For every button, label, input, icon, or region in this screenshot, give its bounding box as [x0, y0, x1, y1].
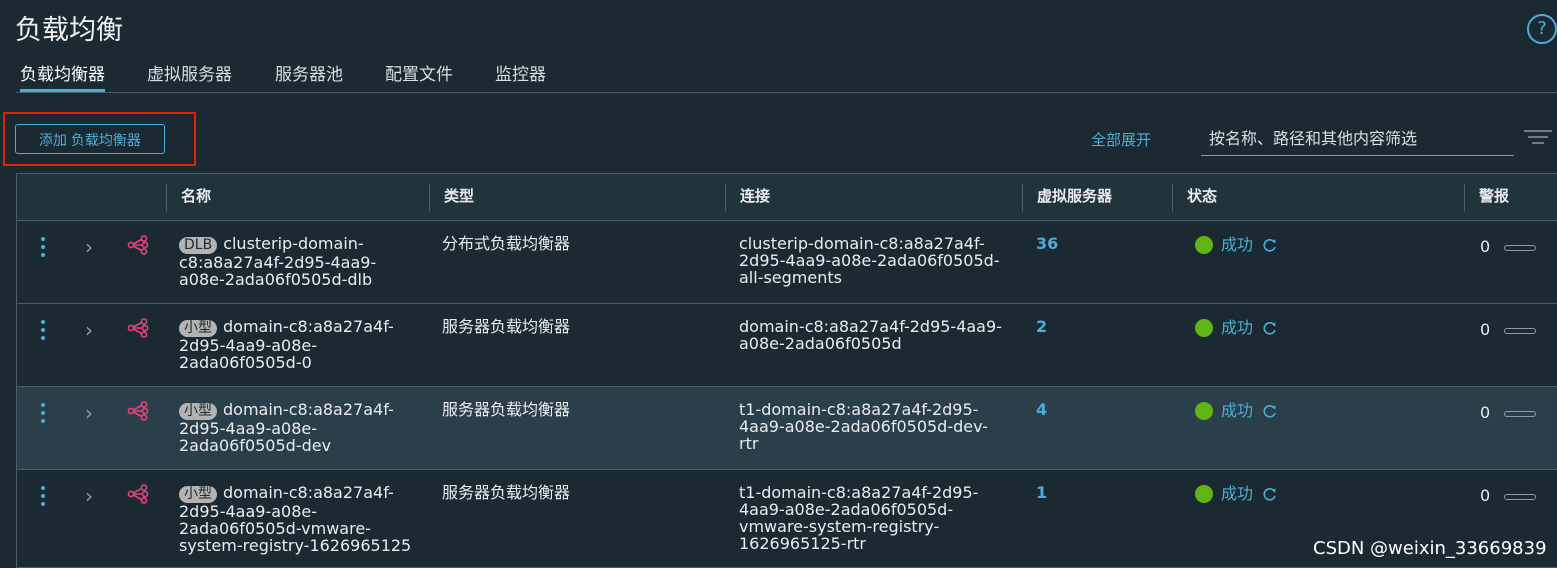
chevron-right-icon[interactable]: › [85, 401, 93, 425]
help-icon[interactable]: ? [1527, 14, 1557, 44]
chevron-right-icon[interactable]: › [85, 318, 93, 342]
header-alarms[interactable]: 警报 [1465, 174, 1509, 220]
virtual-server-count[interactable]: 4 [1036, 401, 1047, 418]
load-balancer-icon [127, 484, 149, 504]
kebab-menu-icon[interactable] [41, 320, 45, 344]
lb-name: 小型 domain-c8:a8a27a4f- 2d95-4aa9-a08e- 2a… [179, 317, 394, 372]
lb-connection: domain-c8:a8a27a4f-2d95-4aa9- a08e-2ada06… [739, 317, 1002, 353]
virtual-server-count[interactable]: 2 [1036, 318, 1047, 335]
status-cell: 成功 [1195, 235, 1278, 254]
status-cell: 成功 [1195, 484, 1278, 503]
table-row[interactable]: › DLB clusterip-domain- c8:a8a27a4f-2d95-… [17, 221, 1557, 304]
load-balancer-grid: 名称 类型 连接 虚拟服务器 状态 警报 › DLB clusterip-doma… [16, 173, 1557, 568]
size-badge: 小型 [179, 486, 217, 503]
success-status-icon [1195, 401, 1213, 420]
size-badge: 小型 [179, 320, 217, 337]
alarm-bar [1504, 410, 1537, 417]
lb-connection: clusterip-domain-c8:a8a27a4f- 2d95-4aa9-a… [739, 234, 1000, 287]
status-text[interactable]: 成功 [1221, 235, 1253, 254]
refresh-icon[interactable] [1262, 320, 1278, 336]
page-title: 负载均衡 [15, 15, 123, 46]
tab-monitors[interactable]: 监控器 [495, 60, 546, 92]
refresh-icon[interactable] [1262, 403, 1278, 419]
success-status-icon [1195, 235, 1213, 254]
refresh-icon[interactable] [1262, 486, 1278, 502]
kebab-menu-icon[interactable] [41, 486, 45, 510]
size-badge: DLB [179, 237, 218, 254]
alarm-bar [1504, 327, 1537, 334]
status-cell: 成功 [1195, 318, 1278, 337]
alarm-cell: 0 [1480, 237, 1537, 256]
grid-header: 名称 类型 连接 虚拟服务器 状态 警报 [17, 174, 1557, 221]
alarm-cell: 0 [1480, 486, 1537, 505]
alarm-bar [1504, 244, 1537, 251]
success-status-icon [1195, 484, 1213, 503]
tab-load-balancers[interactable]: 负载均衡器 [20, 60, 105, 92]
alarm-cell: 0 [1480, 403, 1537, 422]
load-balancer-icon [127, 235, 149, 255]
virtual-server-count[interactable]: 36 [1036, 235, 1058, 252]
virtual-server-count[interactable]: 1 [1036, 484, 1047, 501]
lb-name: 小型 domain-c8:a8a27a4f- 2d95-4aa9-a08e- 2a… [179, 400, 394, 455]
status-cell: 成功 [1195, 401, 1278, 420]
tab-server-pools[interactable]: 服务器池 [275, 60, 343, 92]
size-badge: 小型 [179, 403, 217, 420]
tab-virtual-servers[interactable]: 虚拟服务器 [147, 60, 232, 92]
add-load-balancer-button[interactable]: 添加 负载均衡器 [15, 124, 165, 154]
filter-lines-icon[interactable] [1524, 130, 1552, 146]
table-row[interactable]: › 小型 domain-c8:a8a27a4f- 2d95-4aa9-a08e- … [17, 387, 1557, 470]
tab-bar: 负载均衡器 虚拟服务器 服务器池 配置文件 监控器 [16, 56, 1557, 93]
lb-name: 小型 domain-c8:a8a27a4f- 2d95-4aa9-a08e- 2a… [179, 483, 412, 555]
kebab-menu-icon[interactable] [41, 403, 45, 427]
lb-type: 服务器负载均衡器 [442, 400, 571, 419]
header-virtual-servers[interactable]: 虚拟服务器 [1023, 174, 1112, 220]
status-text[interactable]: 成功 [1221, 401, 1253, 420]
chevron-right-icon[interactable]: › [85, 484, 93, 508]
tab-profiles[interactable]: 配置文件 [385, 60, 453, 92]
lb-type: 分布式负载均衡器 [442, 234, 571, 253]
lb-type: 服务器负载均衡器 [442, 483, 571, 502]
lb-type: 服务器负载均衡器 [442, 317, 571, 336]
header-type[interactable]: 类型 [430, 174, 474, 220]
chevron-right-icon[interactable]: › [85, 235, 93, 259]
status-text[interactable]: 成功 [1221, 318, 1253, 337]
header-connection[interactable]: 连接 [726, 174, 770, 220]
lb-connection: t1-domain-c8:a8a27a4f-2d95- 4aa9-a08e-2ad… [739, 400, 988, 453]
lb-connection: t1-domain-c8:a8a27a4f-2d95- 4aa9-a08e-2ad… [739, 483, 979, 553]
refresh-icon[interactable] [1262, 237, 1278, 253]
filter-input[interactable] [1201, 122, 1514, 156]
load-balancer-icon [127, 401, 149, 421]
lb-name: DLB clusterip-domain- c8:a8a27a4f-2d95-4a… [179, 234, 377, 289]
success-status-icon [1195, 318, 1213, 337]
load-balancer-icon [127, 318, 149, 338]
header-name[interactable]: 名称 [167, 174, 211, 220]
header-status[interactable]: 状态 [1173, 174, 1217, 220]
table-row[interactable]: › 小型 domain-c8:a8a27a4f- 2d95-4aa9-a08e- … [17, 304, 1557, 387]
alarm-bar [1504, 493, 1537, 500]
status-text[interactable]: 成功 [1221, 484, 1253, 503]
watermark: CSDN @weixin_33669839 [1313, 538, 1547, 559]
alarm-cell: 0 [1480, 320, 1537, 339]
expand-all-link[interactable]: 全部展开 [1091, 129, 1151, 150]
kebab-menu-icon[interactable] [41, 237, 45, 261]
